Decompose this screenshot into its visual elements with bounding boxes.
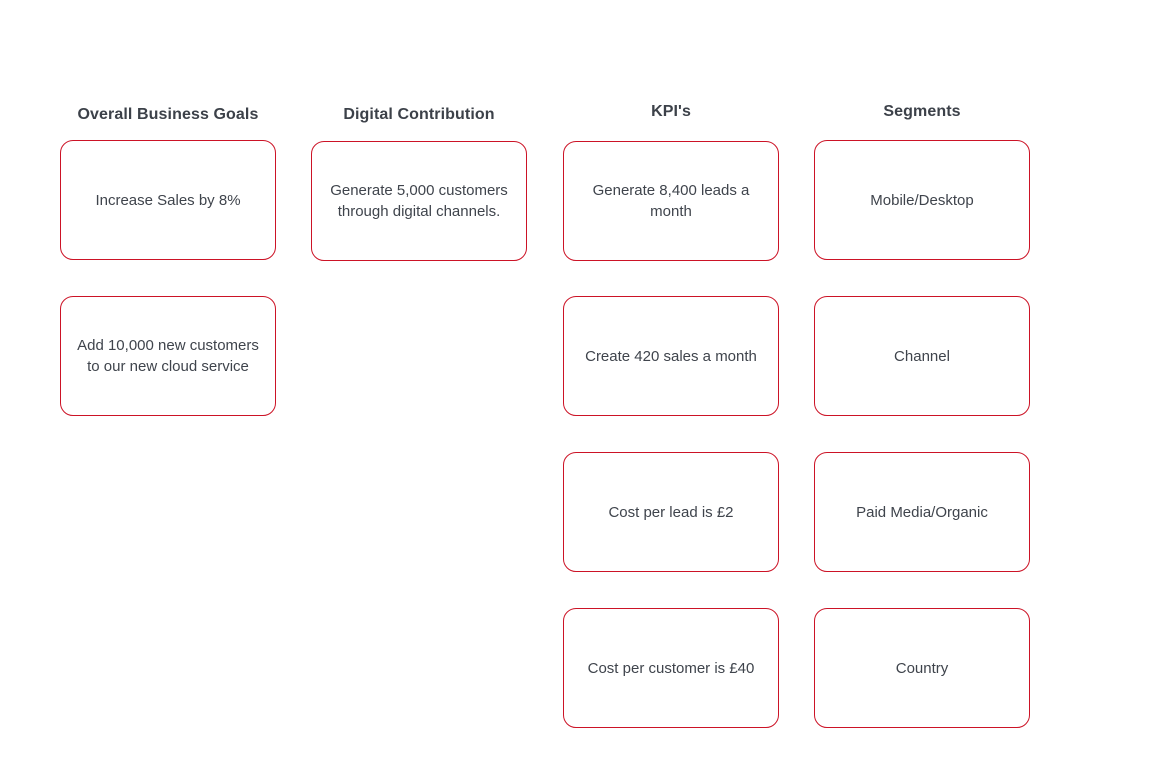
card-label: Channel bbox=[894, 347, 950, 365]
card[interactable]: Create 420 sales a month bbox=[563, 296, 779, 416]
card[interactable]: Generate 8,400 leads a month bbox=[563, 141, 779, 261]
card-label: Country bbox=[895, 659, 949, 677]
column-header: Overall Business Goals bbox=[77, 106, 259, 123]
card-label: Mobile/Desktop bbox=[870, 191, 974, 209]
card-label: Paid Media/Organic bbox=[856, 503, 988, 521]
card[interactable]: Increase Sales by 8% bbox=[60, 140, 276, 260]
column-1: Overall Business Goals Increase Sales by … bbox=[60, 0, 276, 782]
card-label: Generate 8,400 leads a month bbox=[592, 182, 750, 220]
card[interactable]: Cost per lead is £2 bbox=[563, 452, 779, 572]
column-header: Digital Contribution bbox=[343, 106, 495, 123]
card[interactable]: Paid Media/Organic bbox=[814, 452, 1030, 572]
card[interactable]: Generate 5,000 customers through digital… bbox=[311, 141, 527, 261]
card[interactable]: Country bbox=[814, 608, 1030, 728]
card-label: Increase Sales by 8% bbox=[95, 191, 241, 209]
card[interactable]: Channel bbox=[814, 296, 1030, 416]
card-label: Cost per customer is £40 bbox=[587, 659, 755, 677]
column-header: Segments bbox=[883, 103, 961, 120]
card-label: Cost per lead is £2 bbox=[608, 503, 734, 521]
column-header: KPI's bbox=[651, 103, 691, 120]
card-label: Create 420 sales a month bbox=[585, 347, 757, 365]
goals-kpi-board: Overall Business Goals Increase Sales by … bbox=[0, 0, 1154, 782]
column-3: KPI's Generate 8,400 leads a month Create … bbox=[563, 0, 779, 782]
column-2: Digital Contribution Generate 5,000 custo… bbox=[311, 0, 527, 782]
column-4: Segments Mobile/Desktop Channel Paid Media/… bbox=[814, 0, 1030, 782]
card[interactable]: Mobile/Desktop bbox=[814, 140, 1030, 260]
card[interactable]: Cost per customer is £40 bbox=[563, 608, 779, 728]
card-label: Add 10,000 new customers to our new clou… bbox=[77, 337, 259, 375]
card[interactable]: Add 10,000 new customers to our new clou… bbox=[60, 296, 276, 416]
card-label: Generate 5,000 customers through digital… bbox=[330, 182, 508, 220]
